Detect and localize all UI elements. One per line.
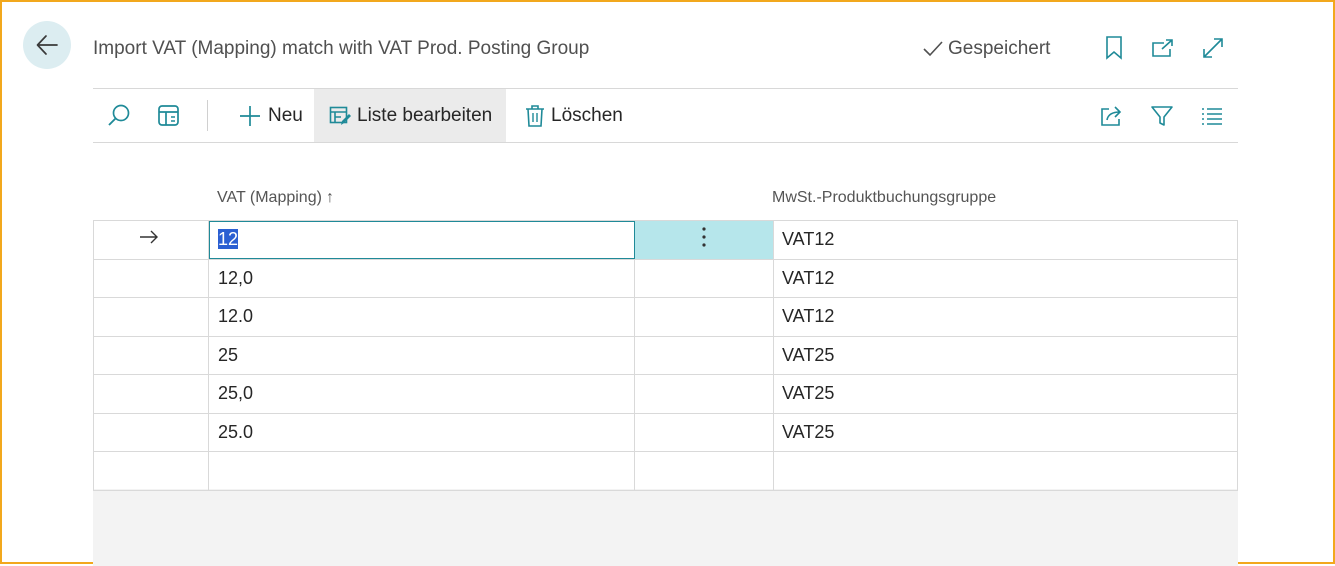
open-new-window-icon [1152, 39, 1173, 57]
column-label-vat-prod-posting-group: MwSt.-Produktbuchungsgruppe [772, 189, 997, 206]
more-vertical-icon [702, 227, 706, 247]
row-actions-cell[interactable] [634, 258, 774, 298]
column-header-vat-prod-posting-group[interactable]: MwSt.-Produktbuchungsgruppe [772, 189, 996, 207]
row-indicator-cell [93, 297, 209, 337]
posting-group-cell[interactable] [773, 451, 1238, 491]
vat-mapping-cell[interactable]: 25 [208, 335, 635, 375]
back-button[interactable] [23, 21, 71, 69]
row-indicator-cell [93, 335, 209, 375]
table-row-empty[interactable] [93, 451, 1238, 491]
row-actions-cell[interactable] [634, 412, 774, 452]
edit-list-button[interactable]: Liste bearbeiten [314, 89, 506, 142]
posting-group-cell[interactable]: VAT12 [773, 220, 1238, 260]
posting-group-cell[interactable]: VAT12 [773, 297, 1238, 337]
row-actions-cell[interactable] [634, 374, 774, 414]
row-actions-cell[interactable] [634, 297, 774, 337]
page-title: Import VAT (Mapping) match with VAT Prod… [93, 38, 590, 59]
expand-button[interactable] [1200, 35, 1226, 61]
row-indicator-cell [93, 220, 209, 260]
posting-group-cell[interactable]: VAT25 [773, 374, 1238, 414]
row-indicator-cell [93, 451, 209, 491]
new-button[interactable]: Neu [234, 89, 307, 142]
arrow-left-icon [36, 35, 58, 55]
column-label-vat-mapping: VAT (Mapping) [217, 189, 322, 206]
filter-icon [1151, 105, 1173, 126]
bookmark-button[interactable] [1101, 35, 1127, 61]
vat-mapping-cell[interactable]: 25,0 [208, 374, 635, 414]
vat-mapping-cell[interactable]: 12 [208, 220, 635, 260]
posting-group-cell[interactable]: VAT25 [773, 412, 1238, 452]
page-view-button[interactable] [157, 89, 187, 142]
row-indicator-cell [93, 374, 209, 414]
vat-mapping-cell[interactable]: 25.0 [208, 412, 635, 452]
list-icon [1202, 107, 1222, 125]
edit-list-label: Liste bearbeiten [357, 104, 493, 126]
expand-icon [1203, 38, 1223, 58]
current-row-arrow-icon [140, 230, 158, 244]
delete-button[interactable]: Löschen [521, 89, 627, 142]
share-icon [1101, 105, 1122, 126]
empty-area [93, 489, 1238, 566]
row-indicator-cell [93, 412, 209, 452]
cell-value: 12 [218, 229, 239, 250]
vat-mapping-cell[interactable]: 12.0 [208, 297, 635, 337]
table-row[interactable]: 25,0 VAT25 [93, 374, 1238, 414]
list-grid: VAT (Mapping) ↑ MwSt.-Produktbuchungsgru… [93, 175, 1238, 566]
toolbar-divider [207, 100, 208, 131]
filter-button[interactable] [1150, 89, 1180, 142]
table-row[interactable]: 25 VAT25 [93, 335, 1238, 375]
table-view-icon [158, 104, 179, 126]
saved-status: Gespeichert [922, 38, 1050, 60]
search-button[interactable] [106, 89, 136, 142]
column-header-vat-mapping[interactable]: VAT (Mapping) ↑ [217, 189, 334, 207]
trash-icon [526, 104, 544, 127]
table-row[interactable]: 25.0 VAT25 [93, 412, 1238, 452]
data-table: 12 VAT12 12,0 VAT12 12.0 VAT12 25 VAT25 [93, 220, 1238, 491]
open-new-window-button[interactable] [1150, 35, 1176, 61]
delete-label: Löschen [551, 104, 623, 126]
table-row[interactable]: 12,0 VAT12 [93, 258, 1238, 298]
plus-icon [240, 105, 260, 126]
row-actions-button[interactable] [634, 220, 774, 260]
search-icon [108, 104, 130, 126]
action-bar: Neu Liste bearbeiten Löschen [93, 89, 1238, 143]
row-actions-cell[interactable] [634, 335, 774, 375]
table-row[interactable]: 12 VAT12 [93, 220, 1238, 260]
check-icon [923, 41, 943, 57]
posting-group-cell[interactable]: VAT25 [773, 335, 1238, 375]
share-button[interactable] [1100, 89, 1130, 142]
vat-mapping-cell[interactable] [208, 451, 635, 491]
vat-mapping-cell[interactable]: 12,0 [208, 258, 635, 298]
bookmark-icon [1106, 36, 1122, 60]
table-row[interactable]: 12.0 VAT12 [93, 297, 1238, 337]
edit-list-icon [329, 106, 351, 125]
new-label: Neu [268, 104, 303, 126]
row-indicator-cell [93, 258, 209, 298]
saved-label: Gespeichert [948, 38, 1051, 59]
posting-group-cell[interactable]: VAT12 [773, 258, 1238, 298]
sort-ascending-icon: ↑ [325, 189, 334, 206]
row-actions-cell[interactable] [634, 451, 774, 491]
list-view-button[interactable] [1201, 89, 1231, 142]
